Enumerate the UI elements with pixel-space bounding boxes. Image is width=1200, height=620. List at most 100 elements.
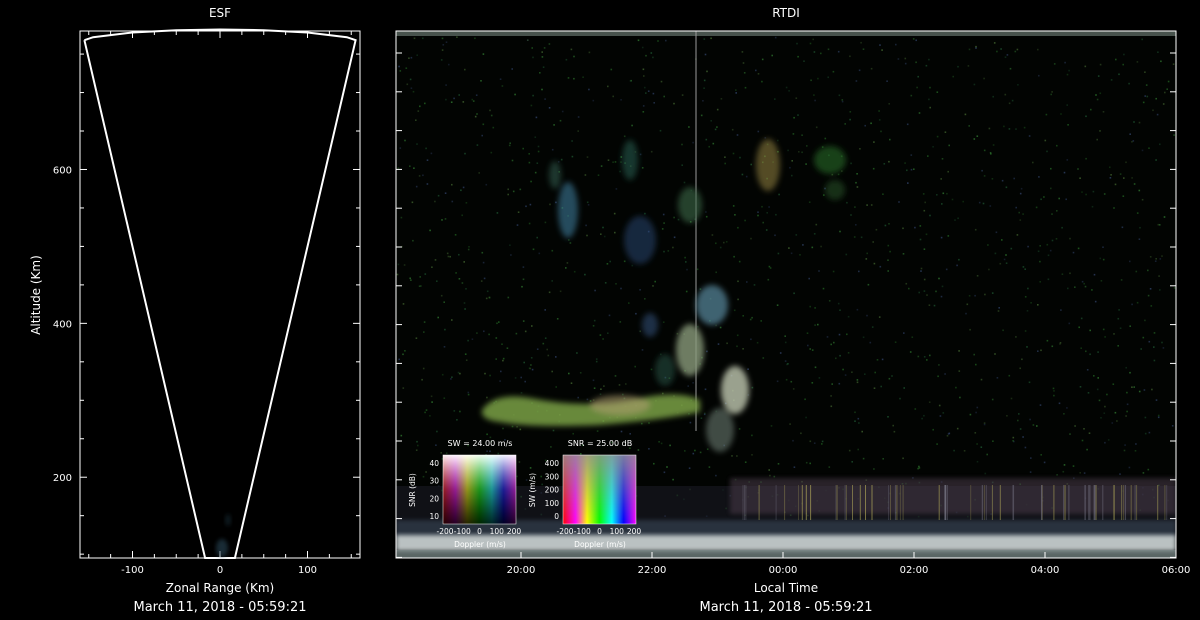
noise-dot [726, 342, 728, 345]
noise-dot [771, 54, 773, 57]
noise-dot [998, 307, 1000, 309]
noise-dot [694, 449, 696, 452]
legend-y-tick-label: 40 [429, 459, 439, 468]
band-stripe [1041, 485, 1043, 520]
noise-dot [769, 474, 771, 477]
noise-dot [1068, 69, 1070, 72]
noise-dot [911, 336, 914, 338]
noise-dot [400, 216, 403, 219]
noise-dot [434, 259, 437, 261]
noise-dot [938, 364, 940, 366]
noise-dot [719, 246, 722, 249]
noise-dot [917, 355, 920, 358]
noise-dot [779, 352, 782, 354]
noise-dot [692, 382, 694, 384]
noise-dot [406, 83, 409, 86]
noise-dot [894, 341, 897, 343]
noise-dot [437, 316, 439, 319]
noise-dot [1117, 317, 1120, 320]
noise-dot [681, 94, 684, 96]
legend-y-tick-label: 0 [554, 512, 559, 521]
noise-dot [705, 138, 708, 141]
noise-dot [474, 37, 476, 40]
noise-dot [431, 401, 433, 403]
noise-dot [483, 277, 486, 280]
noise-dot [928, 98, 930, 101]
noise-dot [1142, 101, 1145, 104]
noise-dot [425, 409, 428, 411]
noise-dot [1053, 394, 1055, 397]
noise-dot [806, 332, 809, 334]
noise-dot [750, 237, 752, 240]
band-stripe [784, 485, 786, 520]
noise-dot [1058, 197, 1060, 200]
noise-dot [1138, 390, 1141, 393]
band-stripe [1124, 485, 1126, 520]
noise-dot [665, 39, 667, 42]
noise-dot [811, 246, 814, 249]
noise-dot [458, 253, 460, 256]
noise-dot [888, 160, 890, 163]
noise-dot [623, 260, 626, 263]
noise-dot [1173, 287, 1176, 289]
noise-dot [991, 398, 994, 401]
noise-dot [865, 258, 868, 260]
noise-dot [776, 380, 779, 383]
noise-dot [929, 354, 931, 357]
band-stripe [894, 485, 896, 520]
noise-dot [788, 247, 790, 249]
noise-dot [1134, 450, 1137, 452]
noise-dot [482, 53, 485, 55]
noise-dot [1136, 61, 1139, 63]
noise-dot [557, 161, 560, 163]
noise-dot [1001, 239, 1003, 241]
noise-dot [941, 285, 944, 288]
noise-dot [887, 270, 889, 272]
noise-dot [1022, 213, 1024, 215]
noise-dot [750, 338, 752, 341]
noise-dot [458, 278, 461, 280]
legend-y-tick-label: 30 [429, 477, 439, 486]
legend-x-tick-label: 200 [507, 527, 522, 536]
noise-dot [1060, 309, 1062, 311]
noise-dot [1090, 108, 1092, 111]
noise-dot [1149, 256, 1152, 258]
noise-dot [791, 160, 793, 162]
noise-dot [440, 452, 442, 454]
noise-dot [524, 330, 527, 333]
noise-dot [440, 294, 443, 297]
noise-dot [804, 398, 806, 401]
noise-dot [1030, 302, 1032, 304]
noise-dot [929, 86, 931, 89]
noise-dot [559, 290, 562, 293]
noise-dot [476, 144, 479, 146]
noise-dot [419, 276, 421, 278]
noise-dot [850, 214, 852, 216]
noise-dot [850, 162, 852, 165]
noise-dot [805, 416, 807, 419]
noise-dot [1141, 149, 1144, 152]
legend-x-tick-label: 0 [597, 527, 602, 536]
noise-dot [440, 59, 443, 61]
noise-dot [849, 55, 851, 58]
noise-dot [820, 245, 822, 248]
band-stripe [944, 485, 946, 520]
noise-dot [837, 50, 840, 53]
noise-dot [802, 244, 804, 246]
noise-dot [1156, 113, 1159, 116]
noise-dot [994, 252, 997, 255]
noise-dot [820, 52, 822, 55]
noise-dot [606, 263, 609, 265]
noise-dot [619, 170, 621, 173]
noise-dot [904, 57, 907, 60]
noise-dot [641, 167, 644, 169]
noise-dot [1133, 183, 1136, 185]
noise-dot [456, 36, 458, 38]
noise-dot [660, 353, 662, 356]
noise-dot [467, 248, 470, 251]
noise-dot [402, 303, 405, 305]
noise-dot [826, 336, 829, 338]
noise-dot [861, 430, 863, 433]
noise-dot [917, 467, 919, 470]
noise-dot [837, 173, 840, 176]
